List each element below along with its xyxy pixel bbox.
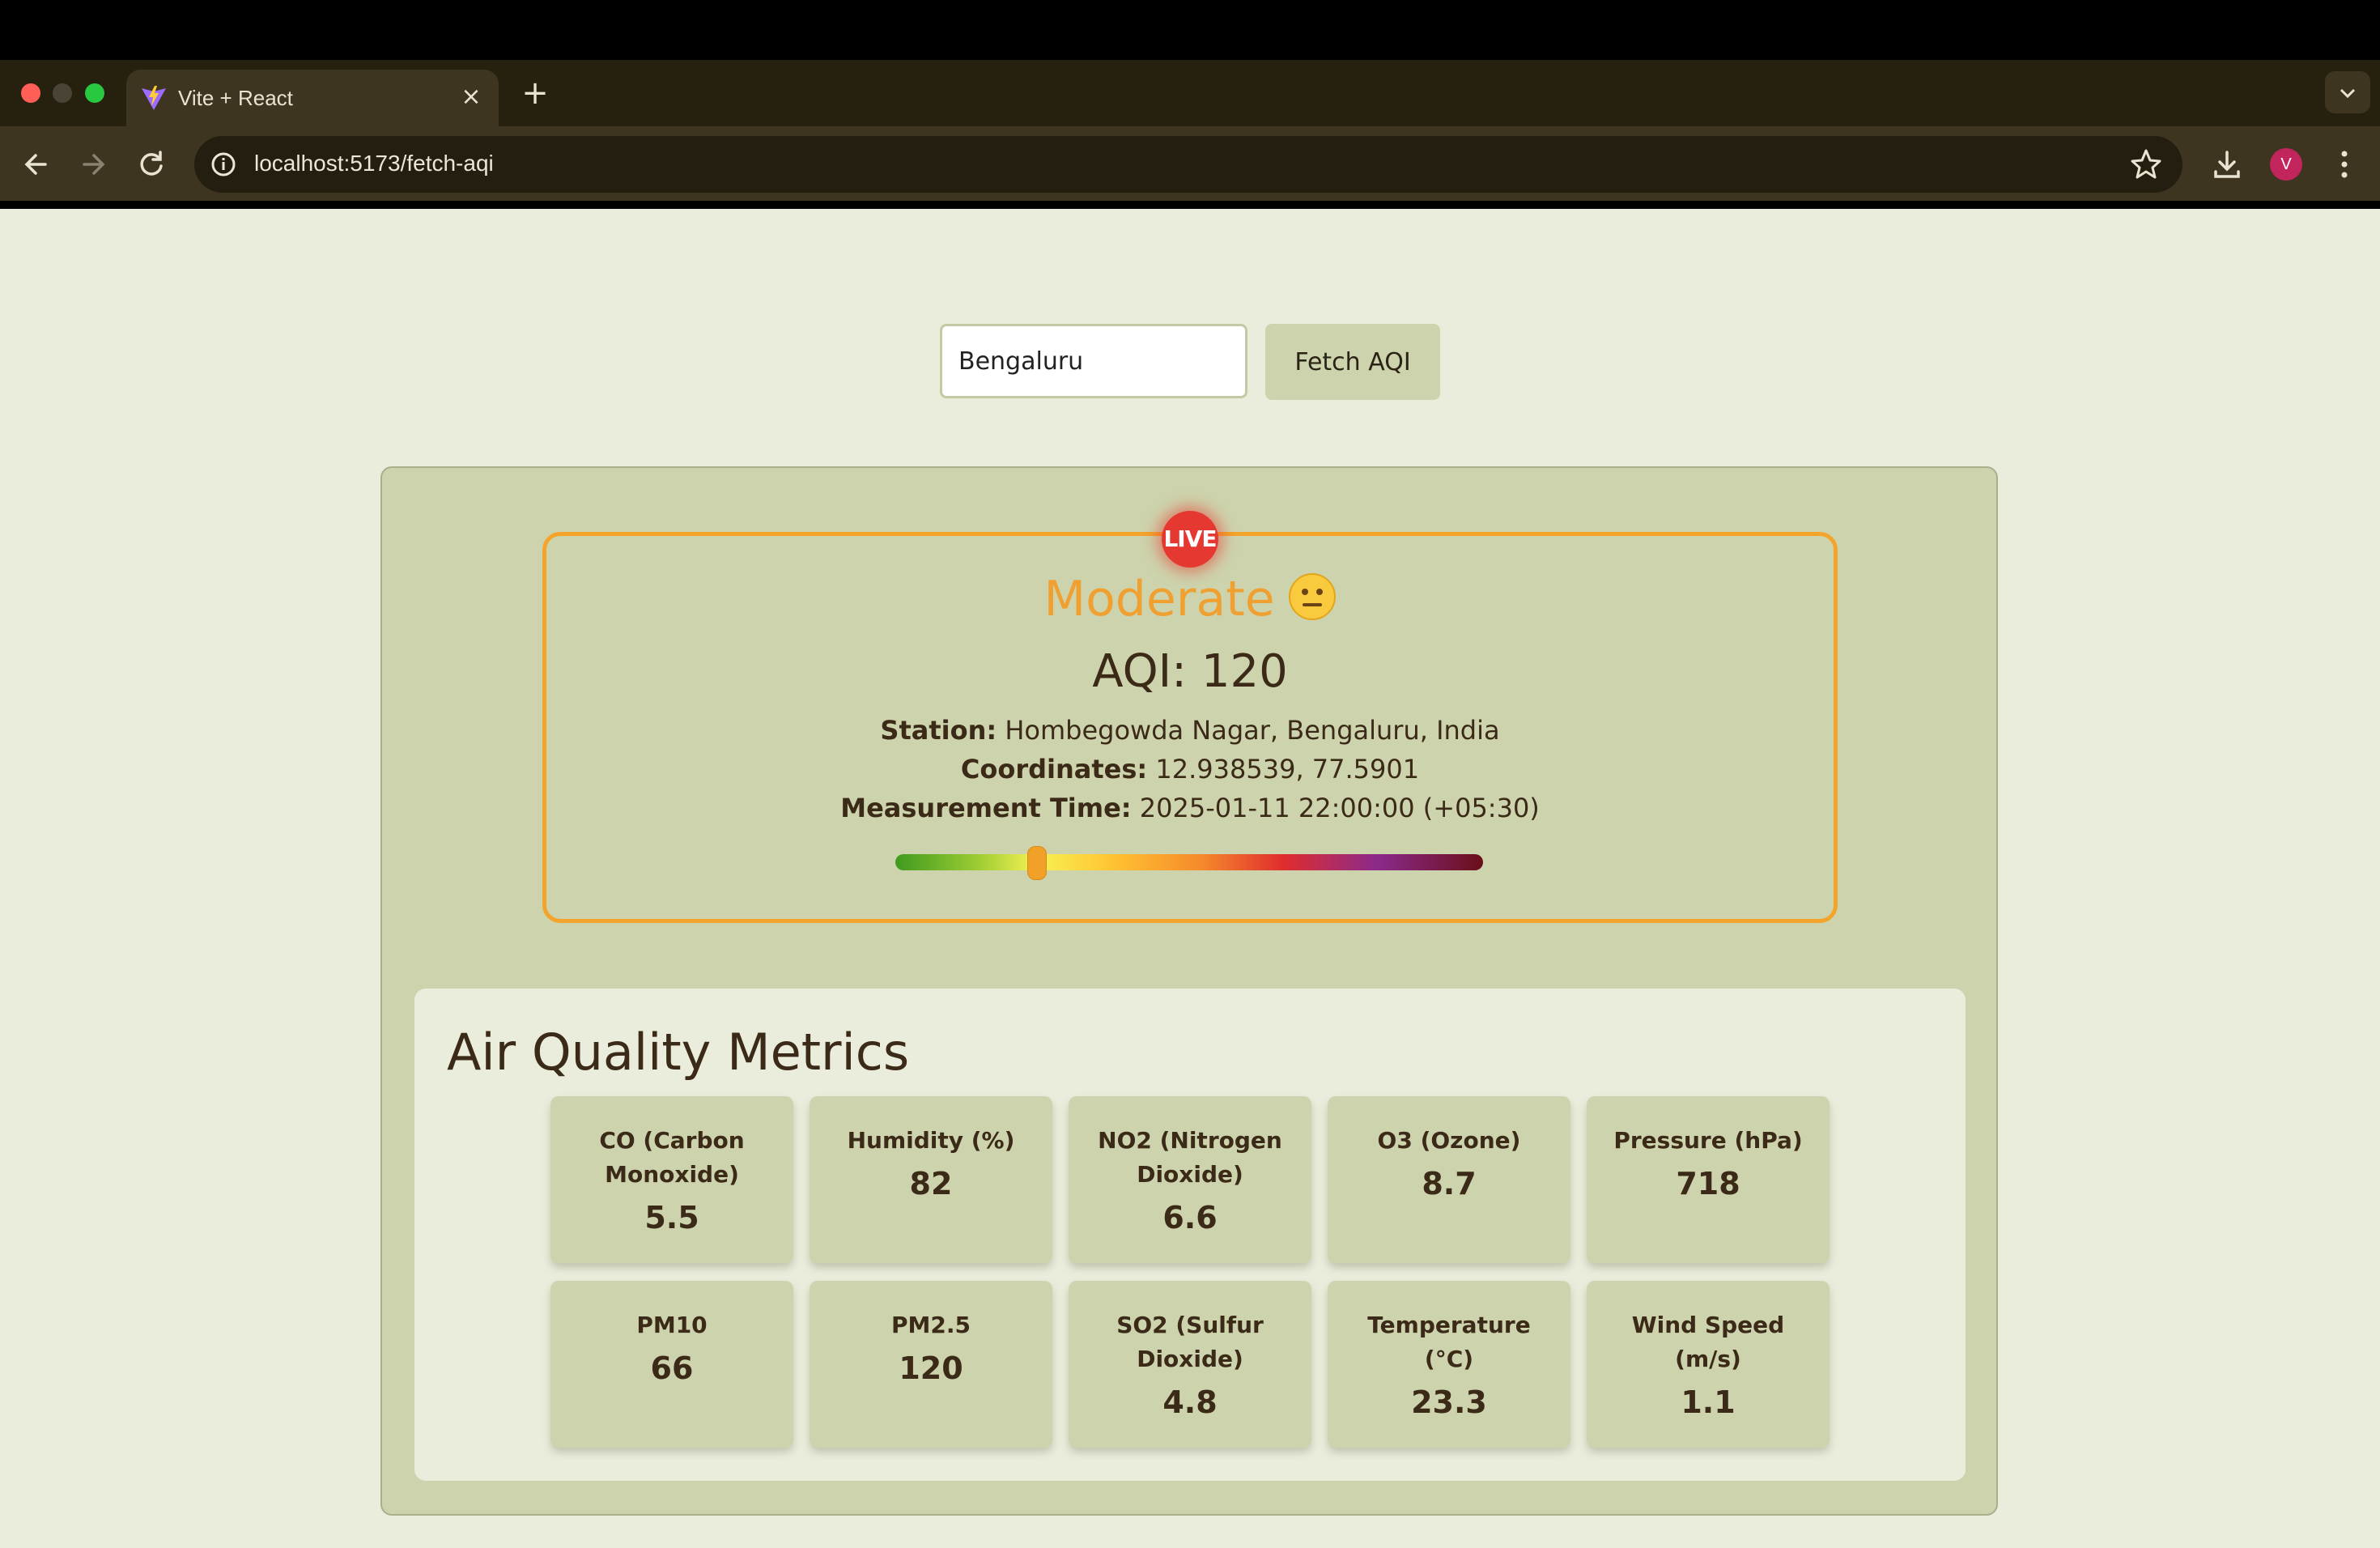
back-arrow-icon[interactable] (16, 144, 57, 185)
close-window-button[interactable] (21, 83, 40, 103)
aqi-status: Moderate (542, 567, 1838, 632)
download-icon[interactable] (2208, 146, 2246, 183)
live-badge: LIVE (1162, 511, 1218, 568)
metrics-title: Air Quality Metrics (447, 1023, 910, 1082)
aqi-value: AQI: 120 (1092, 645, 1288, 698)
tab-title: Vite + React (178, 86, 293, 110)
metric-value: 718 (1676, 1166, 1740, 1201)
city-search-input[interactable] (940, 324, 1247, 398)
metric-label: Temperature (°C) (1367, 1312, 1531, 1372)
site-info-icon[interactable] (209, 150, 238, 179)
minimize-window-button[interactable] (53, 83, 72, 103)
new-tab-button[interactable]: + (515, 73, 555, 113)
aqi-scale-bar (895, 854, 1483, 870)
reload-icon[interactable] (131, 144, 172, 185)
metric-label: SO2 (Sulfur Dioxide) (1116, 1312, 1264, 1372)
metric-card: O3 (Ozone) 8.7 (1328, 1096, 1570, 1263)
metric-card: PM2.5 120 (810, 1281, 1052, 1448)
maximize-window-button[interactable] (85, 83, 104, 103)
metric-label: PM2.5 (891, 1312, 971, 1338)
coordinates-value: 12.938539, 77.5901 (1155, 754, 1420, 785)
station-line: Station: Hombegowda Nagar, Bengaluru, In… (542, 712, 1838, 748)
profile-avatar[interactable]: V (2270, 148, 2302, 181)
metric-card: Humidity (%) 82 (810, 1096, 1052, 1263)
metric-value: 5.5 (644, 1200, 699, 1235)
more-options-icon[interactable] (2328, 146, 2361, 183)
station-label: Station: (880, 715, 997, 746)
metric-value: 8.7 (1422, 1166, 1477, 1201)
metric-card: SO2 (Sulfur Dioxide) 4.8 (1069, 1281, 1311, 1448)
metric-card: Wind Speed (m/s) 1.1 (1587, 1281, 1830, 1448)
neutral-face-icon (1288, 573, 1336, 621)
coordinates-label: Coordinates: (960, 754, 1148, 785)
aqi-status-label: Moderate (1043, 571, 1275, 627)
metric-card: Pressure (hPa) 718 (1587, 1096, 1830, 1263)
bookmark-star-icon[interactable] (2127, 146, 2165, 183)
metric-value: 4.8 (1162, 1384, 1218, 1420)
close-tab-icon[interactable]: × (455, 81, 487, 113)
metric-label: O3 (Ozone) (1377, 1127, 1521, 1154)
station-value: Hombegowda Nagar, Bengaluru, India (1005, 715, 1500, 746)
url-text: localhost:5173/fetch-aqi (254, 151, 494, 176)
metric-label: Humidity (%) (847, 1127, 1015, 1154)
metric-value: 120 (899, 1350, 963, 1386)
metric-label: CO (Carbon Monoxide) (599, 1127, 745, 1188)
vite-logo-icon (142, 86, 166, 110)
metric-value: 6.6 (1162, 1200, 1218, 1235)
metric-card: PM10 66 (550, 1281, 793, 1448)
metric-card: NO2 (Nitrogen Dioxide) 6.6 (1069, 1096, 1311, 1263)
metric-label: Wind Speed (m/s) (1631, 1312, 1785, 1372)
metric-label: NO2 (Nitrogen Dioxide) (1098, 1127, 1282, 1188)
chevron-down-icon (2340, 88, 2356, 99)
metric-card: Temperature (°C) 23.3 (1328, 1281, 1570, 1448)
metric-value: 82 (909, 1166, 953, 1201)
coordinates-line: Coordinates: 12.938539, 77.5901 (542, 751, 1838, 787)
metric-label: Pressure (hPa) (1613, 1127, 1803, 1154)
measurement-time-label: Measurement Time: (840, 793, 1132, 823)
address-bar[interactable]: localhost:5173/fetch-aqi (194, 136, 2182, 193)
metric-label: PM10 (636, 1312, 708, 1338)
os-top-bar (0, 0, 2380, 60)
toolbar-divider (0, 201, 2380, 209)
measurement-time-line: Measurement Time: 2025-01-11 22:00:00 (+… (542, 790, 1838, 826)
metric-value: 1.1 (1681, 1384, 1736, 1420)
fetch-aqi-button[interactable]: Fetch AQI (1265, 324, 1440, 400)
tab-search-button[interactable] (2325, 71, 2370, 113)
browser-tab[interactable]: Vite + React × (126, 70, 499, 126)
metric-value: 23.3 (1411, 1384, 1487, 1420)
forward-arrow-icon[interactable] (73, 144, 113, 185)
aqi-scale-marker (1027, 846, 1048, 880)
measurement-time-value: 2025-01-11 22:00:00 (+05:30) (1139, 793, 1540, 823)
metric-value: 66 (650, 1350, 694, 1386)
metric-card: CO (Carbon Monoxide) 5.5 (550, 1096, 793, 1263)
